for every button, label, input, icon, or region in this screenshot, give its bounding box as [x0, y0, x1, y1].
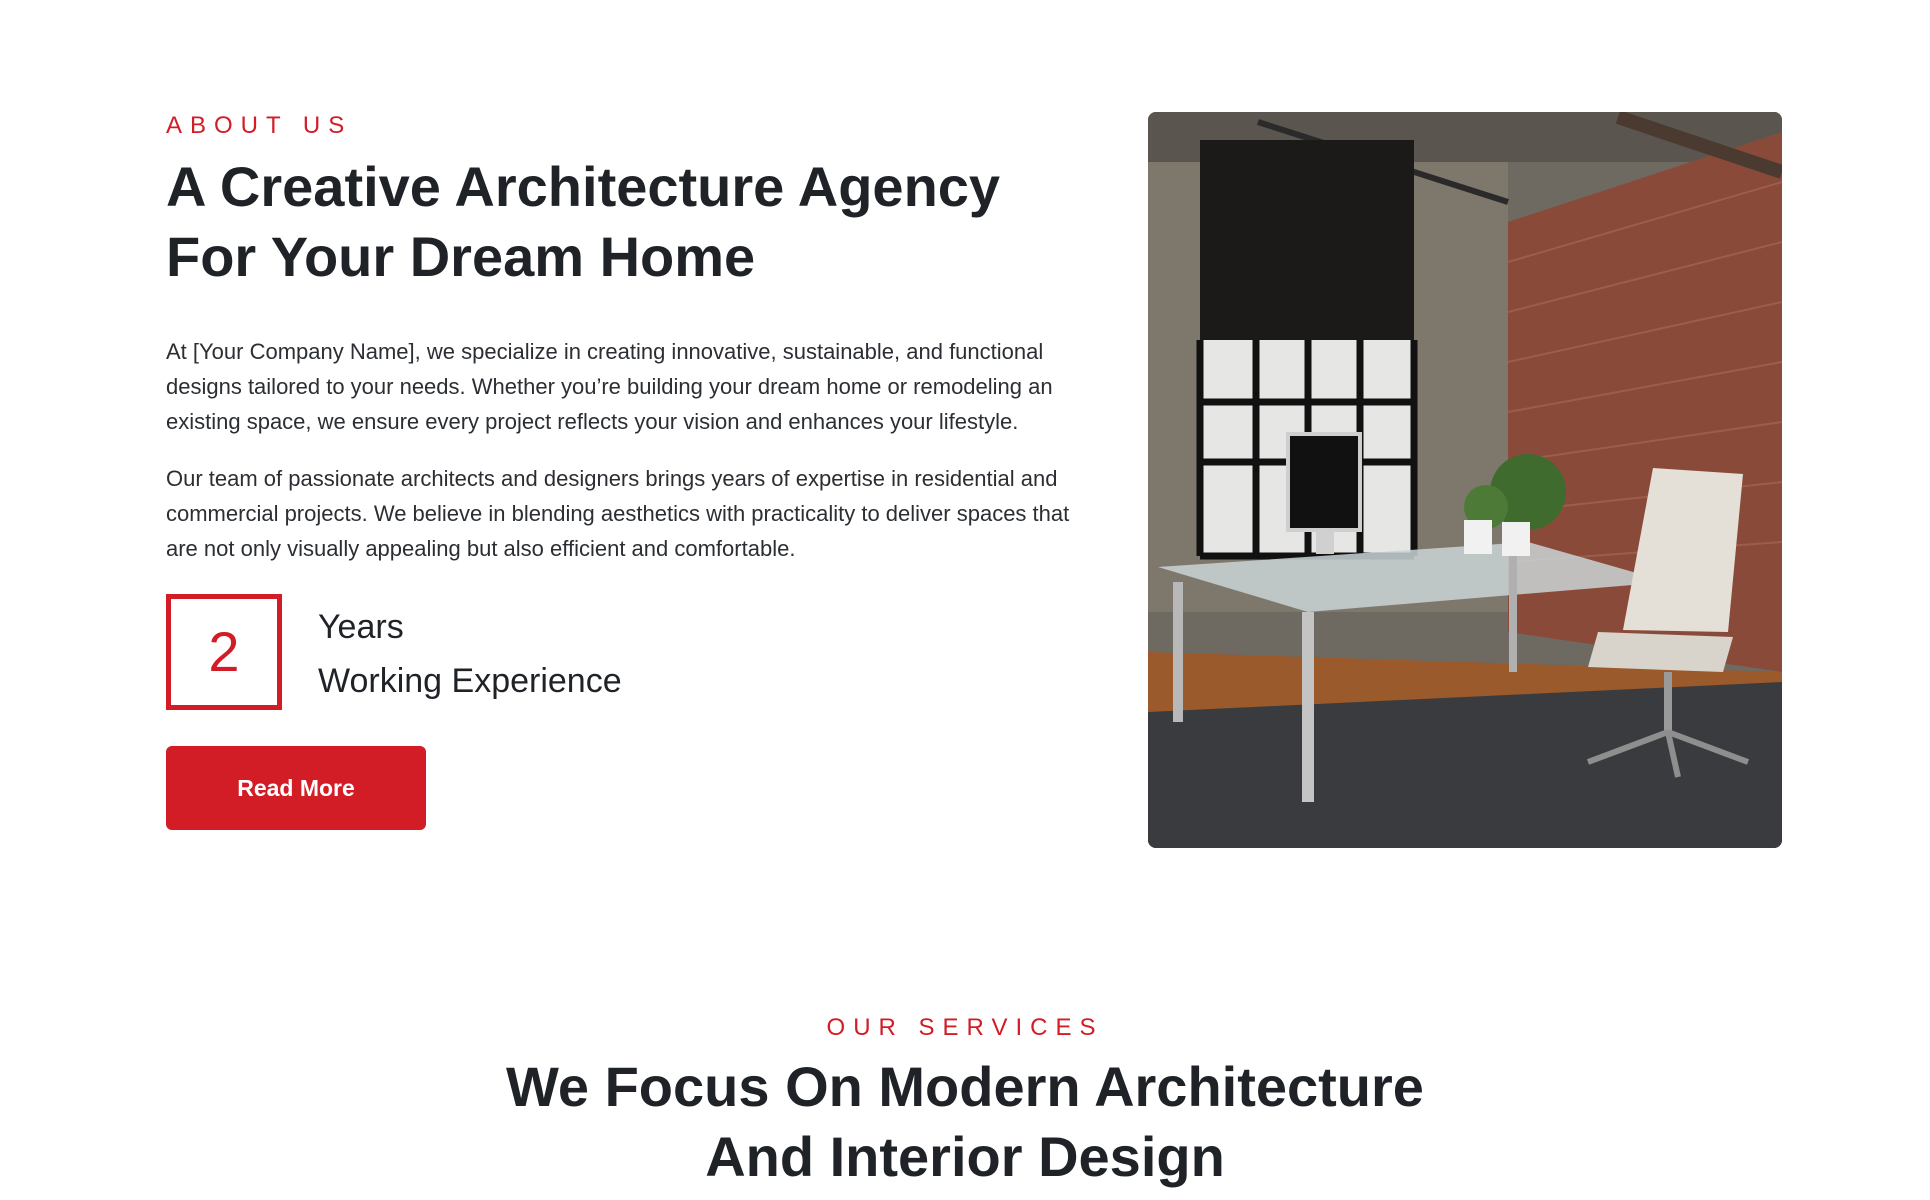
experience-stat: 2 Years Working Experience [166, 594, 1086, 710]
about-heading-line: A Creative Architecture Agency [166, 155, 1001, 218]
services-heading-line: And Interior Design [705, 1125, 1225, 1188]
about-text-column: ABOUT US A Creative Architecture Agency … [166, 108, 1086, 830]
services-section: OUR SERVICES We Focus On Modern Architec… [0, 1010, 1930, 1192]
about-heading-line: For Your Dream Home [166, 225, 756, 288]
about-heading: A Creative Architecture Agency For Your … [166, 152, 1086, 292]
experience-label-years: Years [318, 608, 404, 646]
services-heading: We Focus On Modern Architecture And Inte… [0, 1052, 1930, 1192]
office-interior-image [1148, 112, 1782, 848]
read-more-button[interactable]: Read More [166, 746, 426, 830]
experience-stat-box: 2 [166, 594, 282, 710]
about-eyebrow: ABOUT US [166, 112, 353, 139]
office-interior-illustration [1148, 112, 1782, 848]
services-heading-line: We Focus On Modern Architecture [506, 1055, 1424, 1118]
about-paragraph: Our team of passionate architects and de… [166, 466, 1070, 561]
about-section: ABOUT US A Creative Architecture Agency … [0, 0, 1930, 960]
experience-years-number: 2 [208, 620, 240, 683]
about-paragraph: At [Your Company Name], we specialize in… [166, 339, 1053, 434]
experience-stat-labels: Years Working Experience [318, 600, 622, 708]
services-eyebrow: OUR SERVICES [826, 1014, 1104, 1041]
experience-label-text: Working Experience [318, 662, 622, 700]
